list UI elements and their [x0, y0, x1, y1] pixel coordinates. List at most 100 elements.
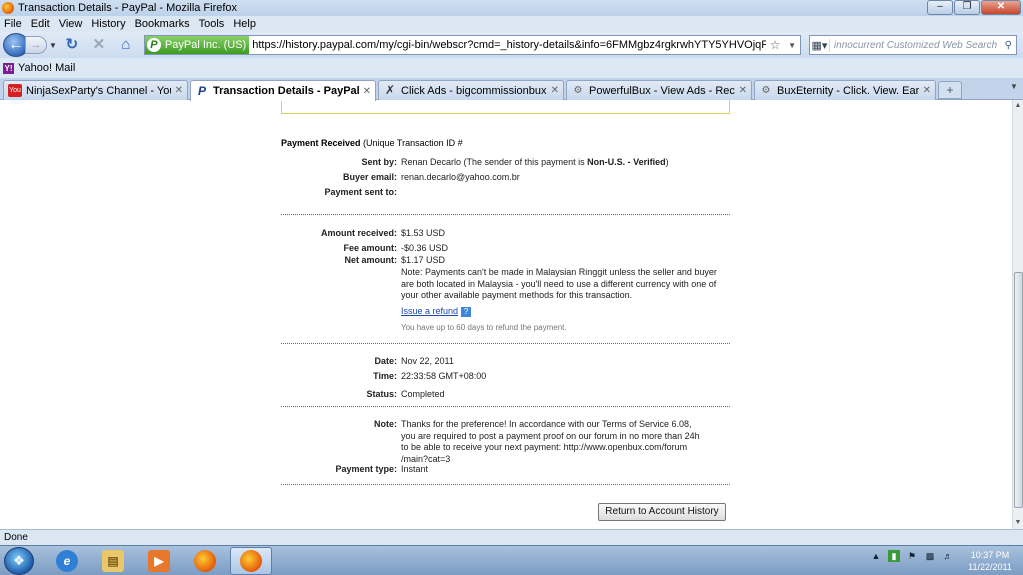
menu-edit[interactable]: Edit	[31, 18, 50, 30]
plus-icon: +	[946, 83, 954, 97]
minimize-icon[interactable]: –	[927, 0, 953, 15]
fee-amount-label: Fee amount:	[343, 243, 397, 253]
search-engine-icon[interactable]: ▦▾	[810, 38, 830, 52]
restore-icon[interactable]: ❐	[954, 0, 980, 15]
volume-icon[interactable]: ♬	[942, 550, 954, 562]
url-text[interactable]: https://history.paypal.com/my/cgi-bin/we…	[252, 39, 766, 51]
stop-icon[interactable]: ✕	[90, 36, 108, 54]
list-all-tabs-icon[interactable]: ▼	[1007, 82, 1021, 96]
payment-sent-to-label: Payment sent to:	[324, 187, 397, 197]
reload-icon[interactable]: ↻	[63, 36, 81, 54]
clock-date: 11/22/2011	[968, 562, 1012, 572]
taskbar-explorer[interactable]: ▤	[92, 547, 134, 575]
bookmark-yahoo-mail[interactable]: Yahoo! Mail	[18, 62, 75, 74]
battery-icon[interactable]: ▮	[888, 550, 900, 562]
sent-by-label: Sent by:	[361, 157, 397, 167]
payment-heading: Payment Received (Unique Transaction ID …	[281, 138, 463, 148]
status-value: Completed	[401, 389, 445, 399]
close-icon[interactable]: ✕	[981, 0, 1021, 15]
tab-buxeternity[interactable]: ⚙ BuxEternity - Click. View. Earn mon...…	[754, 80, 936, 100]
forward-button[interactable]: →	[25, 36, 47, 54]
return-to-account-history-button[interactable]: Return to Account History	[598, 503, 726, 521]
menu-file[interactable]: File	[4, 18, 22, 30]
taskbar-firefox-active[interactable]	[230, 547, 272, 575]
menu-history[interactable]: History	[91, 18, 125, 30]
search-bar[interactable]: ▦▾ innocurrent Customized Web Search ⚲	[808, 35, 1017, 55]
menu-view[interactable]: View	[59, 18, 83, 30]
yahoo-icon: Y!	[3, 62, 14, 74]
system-clock[interactable]: 10:37 PM 11/22/2011	[960, 549, 1020, 573]
bux-icon: ✗	[384, 83, 396, 97]
puzzle-icon: ⚙	[761, 85, 771, 96]
time-label: Time:	[373, 371, 397, 381]
tab-close-icon[interactable]: ✕	[551, 85, 559, 96]
page-content: Payment Received (Unique Transaction ID …	[0, 100, 1012, 529]
windows-logo-icon: ❖	[13, 553, 25, 568]
firefox-icon	[194, 550, 216, 572]
puzzle-icon: ⚙	[573, 85, 583, 96]
net-amount-label: Net amount:	[344, 255, 398, 265]
bookmarks-toolbar: Y! Yahoo! Mail	[0, 58, 1023, 78]
flag-icon[interactable]: ⚑	[906, 550, 918, 562]
firefox-icon	[2, 2, 14, 14]
sender-status: Non-U.S. - Verified	[587, 157, 666, 167]
tab-close-icon[interactable]: ✕	[175, 85, 183, 96]
site-identity-label: PayPal Inc. (US)	[164, 39, 247, 51]
youtube-icon: You	[8, 84, 22, 97]
scrollbar-thumb[interactable]	[1014, 272, 1023, 508]
history-dropdown-icon[interactable]: ▼	[49, 41, 57, 50]
paypal-icon: P	[197, 83, 206, 98]
show-hidden-icons-icon[interactable]: ▲	[870, 550, 882, 562]
start-button[interactable]: ❖	[4, 547, 34, 575]
menu-bookmarks[interactable]: Bookmarks	[135, 18, 190, 30]
site-identity-button[interactable]: P PayPal Inc. (US)	[144, 36, 250, 54]
media-player-icon: ▶	[148, 550, 170, 572]
scroll-down-icon[interactable]: ▼	[1013, 517, 1023, 529]
menu-tools[interactable]: Tools	[199, 18, 225, 30]
tab-strip: You NinjaSexParty's Channel - YouTube ✕ …	[0, 78, 1023, 101]
url-dropdown-icon[interactable]: ▼	[788, 41, 796, 50]
tab-paypal[interactable]: P Transaction Details - PayPal ✕	[190, 80, 376, 101]
net-amount-value: $1.17 USD	[401, 255, 446, 265]
amount-received-value: $1.53 USD	[401, 228, 446, 238]
home-icon[interactable]: ⌂	[117, 36, 135, 54]
divider	[281, 214, 730, 215]
refund-note: You have up to 60 days to refund the pay…	[401, 323, 567, 332]
window-title: Transaction Details - PayPal - Mozilla F…	[18, 2, 238, 14]
menu-help[interactable]: Help	[233, 18, 256, 30]
status-label: Status:	[366, 389, 397, 399]
tab-powerfulbux[interactable]: ⚙ PowerfulBux - View Ads - Receive R... …	[566, 80, 752, 100]
new-tab-button[interactable]: +	[938, 81, 962, 99]
tab-close-icon[interactable]: ✕	[923, 85, 931, 96]
taskbar-internet-explorer[interactable]: e	[46, 547, 88, 575]
scroll-up-icon[interactable]: ▲	[1013, 100, 1023, 112]
amount-received-label: Amount received:	[320, 228, 397, 238]
notice-box	[281, 100, 730, 114]
payment-note: Thanks for the preference! In accordance…	[401, 419, 700, 464]
buyer-email-value: renan.decarlo@yahoo.com.br	[401, 172, 520, 182]
tab-bigcommissionbux[interactable]: ✗ Click Ads - bigcommissionbux ✕	[378, 80, 564, 100]
taskbar-firefox[interactable]	[184, 547, 226, 575]
issue-refund-link[interactable]: Issue a refund?	[401, 306, 472, 317]
star-icon[interactable]: ☆	[770, 38, 781, 52]
note-label: Note:	[374, 419, 397, 429]
paypal-icon: P	[146, 38, 161, 52]
tab-youtube[interactable]: You NinjaSexParty's Channel - YouTube ✕	[3, 80, 188, 100]
sent-by-value: Renan Decarlo (The sender of this paymen…	[401, 157, 669, 167]
help-icon[interactable]: ?	[461, 306, 472, 317]
search-icon[interactable]: ⚲	[1005, 40, 1012, 51]
firefox-icon	[240, 550, 262, 572]
window-controls: – ❐ ✕	[927, 0, 1021, 15]
tab-close-icon[interactable]: ✕	[739, 85, 747, 96]
menu-bar: File Edit View History Bookmarks Tools H…	[0, 16, 1023, 32]
back-arrow-icon: ←	[8, 36, 24, 53]
network-icon[interactable]: ▩	[924, 550, 936, 562]
taskbar-media-player[interactable]: ▶	[138, 547, 180, 575]
date-value: Nov 22, 2011	[401, 356, 454, 366]
search-input[interactable]: innocurrent Customized Web Search	[834, 40, 997, 51]
url-bar[interactable]: P PayPal Inc. (US) https://history.paypa…	[143, 35, 801, 55]
vertical-scrollbar[interactable]: ▲ ▼	[1012, 100, 1023, 529]
navigation-toolbar: ← → ▼ ↻ ✕ ⌂ P PayPal Inc. (US) https://h…	[0, 32, 1023, 58]
tab-close-icon[interactable]: ✕	[363, 86, 371, 97]
time-value: 22:33:58 GMT+08:00	[401, 371, 487, 381]
